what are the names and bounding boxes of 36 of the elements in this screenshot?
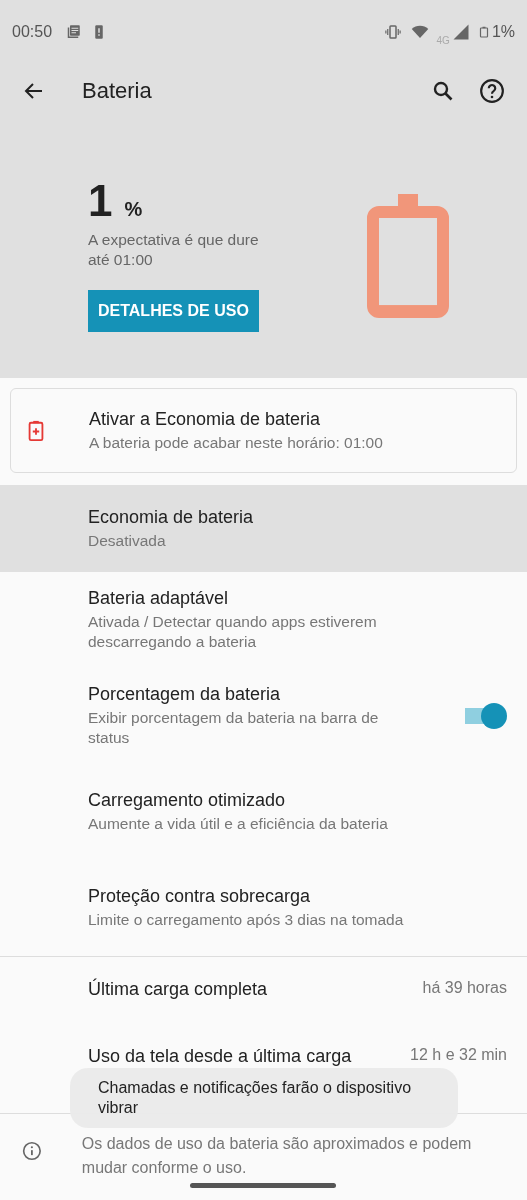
suggestion-title: Ativar a Economia de bateria [89,408,322,430]
usage-details-button[interactable]: DETALHES DE USO [88,290,259,332]
help-icon [479,78,505,104]
setting-summary: Aumente a vida útil e a eficiência da bateria [88,814,389,834]
setting-title: Carregamento otimizado [88,790,287,811]
vibrate-icon [382,23,403,41]
settings-row[interactable]: Proteção contra sobrecarga Limite o carregamento após 3 dias na tomada [0,860,527,956]
setting-title: Economia de bateria [88,506,255,528]
battery-level-icon [367,194,449,318]
setting-title: Bateria adaptável [88,588,230,609]
setting-summary: Limite o carregamento após 3 dias na tomada [88,910,405,930]
usage-value: há 39 horas [422,979,507,997]
settings-row[interactable]: Bateria adaptável Ativada / Detectar quando apps estiverem descarregando a bateria [0,572,527,668]
battery-percentage: 1 [88,176,113,226]
setting-summary: Exibir porcentagem da bateria na barra de status [88,708,380,748]
usage-disclaimer: Os dados de uso da bateria são aproximados e podem mudar conforme o uso. [81,1134,473,1178]
suggestion-subtitle: A bateria pode acabar neste horário: 01:00 [89,432,384,453]
search-icon [431,79,455,103]
percent-sign: % [124,198,143,221]
setting-title: Proteção contra sobrecarga [88,886,312,907]
setting-summary: Desativada [88,530,167,551]
setting-title: Porcentagem da bateria [88,684,282,705]
setting-summary: Ativada / Detectar quando apps estiverem descarregando a bateria [88,612,378,652]
settings-row[interactable]: Economia de bateria Desativada [0,485,527,572]
toast-message: Chamadas e notificações farão o dispositivo vibrar [70,1068,458,1128]
settings-row[interactable]: Carregamento otimizado Aumente a vida útil e a eficiência da bateria [0,764,527,860]
usage-label: Uso da tela desde a última carga [88,1046,352,1067]
battery-estimate: A expectativa é que dure até 01:00 [88,230,260,270]
suggestion-card[interactable]: Ativar a Economia de bateria A bateria pode acabar neste horário: 01:00 [10,388,517,473]
signal-icon [451,23,470,41]
battery-percent: 1% [491,23,515,41]
settings-row[interactable]: Porcentagem da bateria Exibir porcentagem da bateria na barra de status [0,668,527,764]
page-title: Bateria [82,78,153,104]
status-time: 00:50 [12,23,53,41]
usage-value: 12 h e 32 min [410,1046,507,1064]
usage-label: Última carga completa [88,979,268,1000]
